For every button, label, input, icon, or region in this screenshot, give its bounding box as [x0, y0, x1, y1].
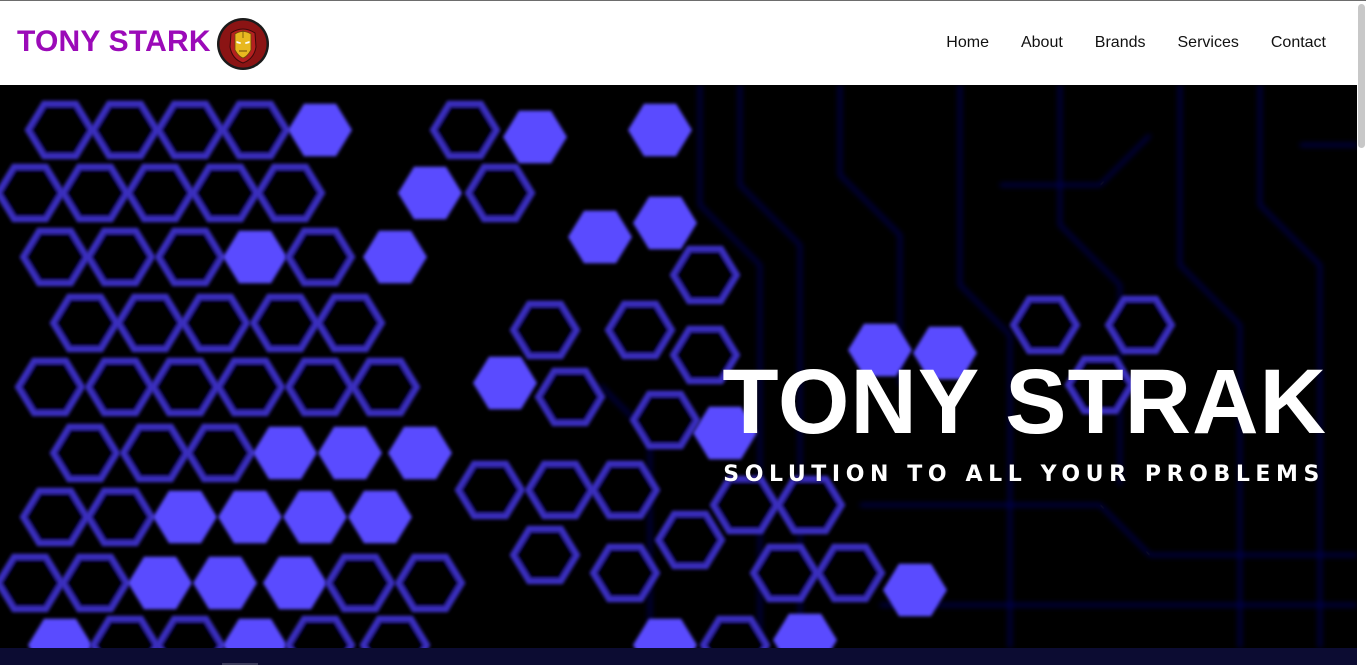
hexagon-filled: [473, 356, 537, 410]
hexagon-outline: [119, 423, 191, 483]
hexagon-filled: [388, 426, 452, 480]
hexagon-outline: [84, 487, 156, 547]
hexagon-filled: [288, 103, 352, 157]
hexagon-filled: [193, 556, 257, 610]
hexagon-outline: [179, 293, 251, 353]
hexagon-outline: [0, 553, 66, 613]
hexagon-filled: [773, 613, 837, 648]
hexagon-filled: [568, 210, 632, 264]
hexagon-outline: [219, 100, 291, 160]
hexagon-outline: [284, 227, 356, 287]
hexagon-outline: [154, 227, 226, 287]
hexagon-filled: [628, 103, 692, 157]
hexagon-outline: [19, 227, 91, 287]
hexagon-outline: [49, 423, 121, 483]
hexagon-outline: [24, 100, 96, 160]
hexagon-outline: [429, 100, 501, 160]
hexagon-outline: [464, 163, 536, 223]
hexagon-filled: [253, 426, 317, 480]
hexagon-filled: [633, 196, 697, 250]
hexagon-outline: [154, 615, 226, 648]
brand-name[interactable]: TONY STARK: [17, 27, 211, 57]
hexagon-filled: [263, 556, 327, 610]
hexagon-outline: [314, 293, 386, 353]
scrollbar[interactable]: [1357, 1, 1366, 665]
hexagon-filled: [883, 563, 947, 617]
hexagon-outline: [589, 460, 661, 520]
hexagon-outline: [89, 100, 161, 160]
hexagon-outline: [249, 293, 321, 353]
hexagon-outline: [1009, 295, 1081, 355]
hexagon-outline: [669, 245, 741, 305]
hexagon-outline: [0, 163, 66, 223]
hexagon-outline: [534, 367, 606, 427]
hexagon-filled: [283, 490, 347, 544]
hexagon-filled: [633, 618, 697, 648]
hexagon-filled: [153, 490, 217, 544]
hexagon-filled: [318, 426, 382, 480]
hexagon-outline: [254, 163, 326, 223]
hexagon-outline: [509, 525, 581, 585]
hexagon-outline: [59, 553, 131, 613]
hexagon-outline: [89, 615, 161, 648]
iron-man-helmet-icon[interactable]: [216, 17, 270, 71]
hexagon-filled: [348, 490, 412, 544]
hexagon-outline: [524, 460, 596, 520]
hexagon-outline: [14, 357, 86, 417]
nav-brands[interactable]: Brands: [1095, 33, 1146, 53]
hexagon-outline: [349, 357, 421, 417]
hexagon-outline: [814, 543, 886, 603]
hexagon-filled: [28, 618, 92, 648]
hexagon-outline: [184, 423, 256, 483]
hero-subtitle: SOLUTION TO ALL YOUR PROBLEMS: [723, 462, 1325, 487]
hexagon-outline: [124, 163, 196, 223]
hero-banner: TONY STRAK SOLUTION TO ALL YOUR PROBLEMS: [0, 85, 1357, 648]
hexagon-outline: [324, 553, 396, 613]
hexagon-outline: [154, 100, 226, 160]
nav-contact[interactable]: Contact: [1271, 33, 1326, 53]
hexagon-outline: [454, 460, 526, 520]
page: TONY STARK Home About Brands Services Co…: [0, 0, 1366, 665]
bottom-band: [0, 648, 1357, 665]
nav-services[interactable]: Services: [1178, 33, 1239, 53]
hexagon-outline: [189, 163, 261, 223]
hexagon-outline: [699, 615, 771, 648]
hexagon-filled: [223, 230, 287, 284]
hexagon-outline: [19, 487, 91, 547]
hexagon-outline: [629, 390, 701, 450]
hexagon-outline: [359, 615, 431, 648]
hexagon-filled: [218, 490, 282, 544]
hexagon-outline: [49, 293, 121, 353]
hexagon-outline: [589, 543, 661, 603]
hexagon-outline: [84, 227, 156, 287]
hexagon-filled: [503, 110, 567, 164]
hexagon-outline: [654, 510, 726, 570]
hexagon-filled: [223, 618, 287, 648]
hexagon-outline: [284, 615, 356, 648]
hexagon-filled: [398, 166, 462, 220]
nav-home[interactable]: Home: [946, 33, 989, 53]
hexagon-outline: [284, 357, 356, 417]
hexagon-outline: [214, 357, 286, 417]
site-header: TONY STARK Home About Brands Services Co…: [0, 1, 1357, 85]
nav-about[interactable]: About: [1021, 33, 1063, 53]
hexagon-outline: [1104, 295, 1176, 355]
hexagon-outline: [84, 357, 156, 417]
hexagon-outline: [114, 293, 186, 353]
main-nav: Home About Brands Services Contact: [914, 33, 1326, 53]
hexagon-filled: [363, 230, 427, 284]
hexagon-outline: [749, 543, 821, 603]
scroll-thumb[interactable]: [1358, 4, 1365, 148]
hexagon-outline: [149, 357, 221, 417]
hexagon-outline: [604, 300, 676, 360]
hexagon-outline: [509, 300, 581, 360]
hero-title: TONY STRAK: [722, 351, 1327, 453]
hexagon-outline: [59, 163, 131, 223]
hexagon-filled: [128, 556, 192, 610]
hexagon-outline: [394, 553, 466, 613]
